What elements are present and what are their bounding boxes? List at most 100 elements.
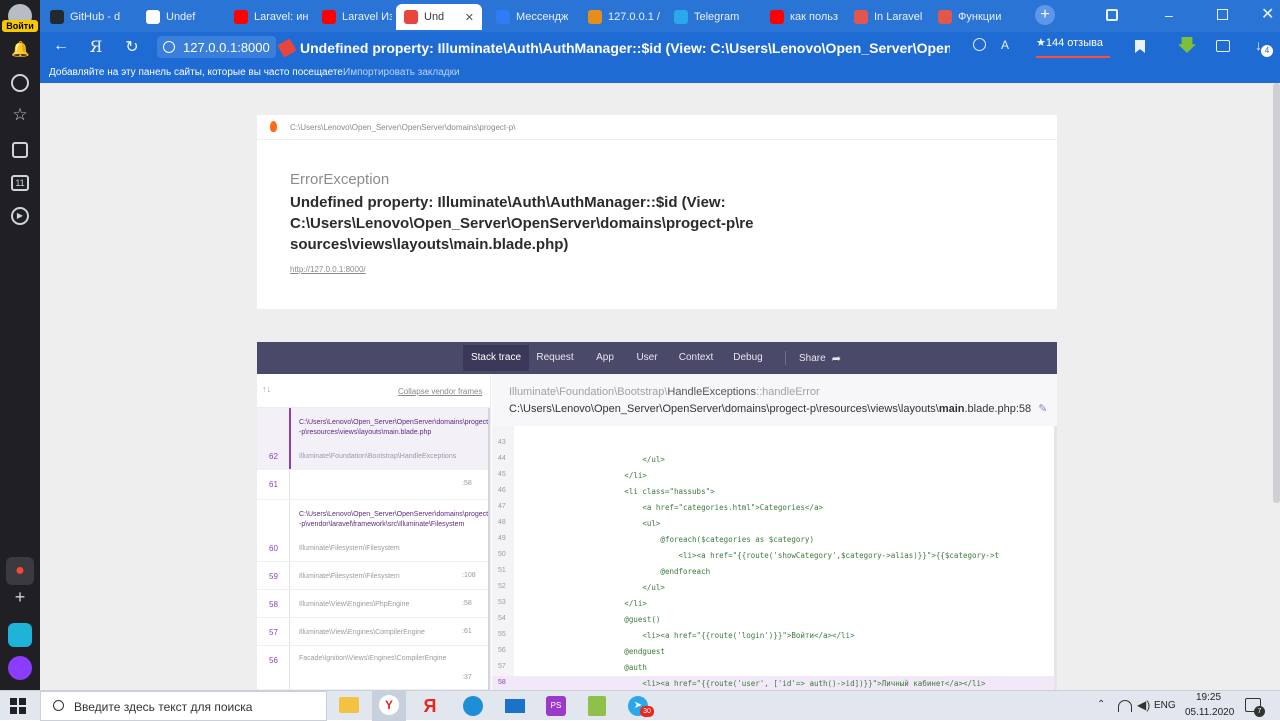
tab-label: In Laravel: [874, 11, 923, 23]
line-number: 43: [498, 439, 506, 446]
stack-frame[interactable]: 59 Illuminate\Filesystem\Filesystem:108: [257, 562, 488, 590]
frame-number: 56: [269, 656, 278, 665]
clock-date[interactable]: 05.11.2020: [1185, 707, 1234, 718]
yandex-taskbar-icon[interactable]: Y: [372, 691, 406, 721]
collections-icon[interactable]: [12, 142, 28, 158]
exception-message: Undefined property: Illuminate\Auth\Auth…: [290, 194, 754, 253]
extension-icon[interactable]: [1178, 37, 1196, 53]
code-line: 47 <a href="categories.html">Categories<…: [492, 500, 1054, 516]
tab-5[interactable]: Мессендж: [488, 4, 576, 30]
code-line: 54 @guest(): [492, 612, 1054, 628]
tab-label: Laravel: ин: [254, 11, 309, 23]
address-title[interactable]: Undefined property: Illuminate\Auth\Auth…: [300, 40, 950, 56]
search-icon[interactable]: [973, 38, 986, 51]
tab-0[interactable]: GitHub - d: [42, 4, 132, 30]
maximize-button[interactable]: [1217, 9, 1228, 20]
frame-rail: [289, 500, 290, 561]
translate-icon[interactable]: A: [1001, 38, 1009, 52]
line-number: 50: [498, 551, 506, 558]
tab-7[interactable]: Telegram: [666, 4, 756, 30]
share-button[interactable]: Share ➦: [799, 352, 841, 365]
nav-tab-2[interactable]: App: [588, 345, 622, 371]
tab-2[interactable]: Laravel: ин: [226, 4, 310, 30]
star-icon[interactable]: ☆: [11, 106, 29, 124]
new-tab-button[interactable]: +: [1035, 5, 1055, 25]
github-icon: [50, 10, 64, 24]
video-icon[interactable]: ▶: [11, 207, 29, 225]
clock-time[interactable]: 19:25: [1196, 692, 1221, 703]
yandex-home-icon[interactable]: Я: [85, 37, 107, 56]
stack-frame[interactable]: 56 Facade\Ignition\Views\Engines\Compiler…: [257, 646, 488, 690]
code-scrollbar[interactable]: [1054, 426, 1057, 690]
history-icon[interactable]: [11, 74, 29, 92]
stack-frame[interactable]: 61:58: [257, 470, 488, 500]
maps-icon[interactable]: ●: [6, 557, 34, 585]
tab-10[interactable]: Функции: [930, 4, 1030, 30]
explorer-icon[interactable]: [339, 697, 359, 713]
error-page: C:\Users\Lenovo\Open_Server\OpenServer\d…: [40, 83, 1280, 690]
code-text: @guest(): [534, 615, 661, 624]
collapse-vendor-frames-button[interactable]: Collapse vendor frames: [398, 387, 482, 396]
stack-frame[interactable]: 58 Illuminate\View\Engines\PhpEngine:58: [257, 590, 488, 618]
youtube-icon: [234, 10, 248, 24]
tab-6[interactable]: 127.0.0.1 /: [580, 4, 660, 30]
tab-4[interactable]: Und ✕: [396, 4, 482, 30]
ignition-logo-icon: [270, 121, 277, 132]
code-line: 51 @endforeach: [492, 564, 1054, 580]
code-text: </ul>: [534, 583, 665, 592]
line-number: 58: [498, 679, 506, 686]
language-indicator[interactable]: ENG: [1154, 700, 1176, 711]
tabs-count-icon[interactable]: 11: [11, 175, 29, 191]
globe-icon: [163, 41, 175, 53]
minimize-button[interactable]: –: [1165, 8, 1179, 22]
stack-frame[interactable]: 57 Illuminate\View\Engines\CompilerEngine…: [257, 618, 488, 646]
alice-icon[interactable]: [8, 656, 32, 680]
close-window-button[interactable]: ✕: [1261, 4, 1274, 24]
close-tab-icon[interactable]: ✕: [465, 11, 474, 24]
reviews-badge[interactable]: ★144 отзыва: [1036, 36, 1110, 58]
taskbar-search[interactable]: Введите здесь текст для поиска: [40, 691, 327, 721]
bookmark-icon[interactable]: [1135, 40, 1145, 53]
back-icon[interactable]: ←: [50, 37, 72, 55]
edit-icon[interactable]: ✎: [1038, 403, 1047, 415]
nav-tab-3[interactable]: User: [631, 345, 663, 371]
tab-9[interactable]: In Laravel: [846, 4, 926, 30]
bell-icon[interactable]: 🔔: [11, 40, 30, 58]
page-scrollbar[interactable]: [1273, 83, 1280, 503]
stack-frame[interactable]: 60 C:\Users\Lenovo\Open_Server\OpenServer…: [257, 500, 488, 562]
sidebar-panel-icon[interactable]: [1216, 40, 1230, 52]
tab-3[interactable]: Laravel Из: [314, 4, 392, 30]
stack-frame[interactable]: 62 C:\Users\Lenovo\Open_Server\OpenServer…: [257, 408, 488, 470]
reload-icon[interactable]: ↻: [121, 37, 143, 57]
tab-8[interactable]: как польз: [762, 4, 842, 30]
frame-number: 62: [269, 452, 278, 461]
start-button[interactable]: [10, 698, 26, 714]
import-bookmarks-link[interactable]: Импортировать закладки: [343, 67, 460, 78]
frames-scrollbar[interactable]: [488, 408, 490, 690]
notepad-icon[interactable]: [588, 696, 606, 716]
network-icon[interactable]: [1118, 700, 1132, 712]
nav-tab-5[interactable]: Debug: [727, 345, 769, 371]
ignition-nav: Stack trace Request App User Context Debug Sh…: [257, 342, 1057, 374]
volume-icon[interactable]: ◀): [1137, 698, 1150, 712]
address-host[interactable]: 127.0.0.1:8000: [157, 36, 276, 58]
downloads-badge: 4: [1261, 45, 1273, 57]
tab-1[interactable]: Undef: [138, 4, 222, 30]
tab-label: Und: [424, 11, 445, 23]
tab-manager-icon[interactable]: [1106, 9, 1118, 21]
nav-tab-0[interactable]: Stack trace: [463, 345, 529, 371]
tray-chevron-icon[interactable]: ⌃: [1097, 699, 1105, 710]
login-button[interactable]: Войти: [2, 20, 38, 32]
mail-icon[interactable]: [505, 699, 525, 713]
nav-tab-4[interactable]: Context: [671, 345, 721, 371]
sort-arrows-icon[interactable]: ↑↓: [262, 384, 271, 394]
tab-label: Мессендж: [516, 11, 569, 23]
messenger-sidebar-icon[interactable]: [8, 623, 32, 647]
add-panel-icon[interactable]: +: [11, 588, 29, 606]
error-url[interactable]: http://127.0.0.1:8000/: [290, 265, 366, 274]
edge-icon[interactable]: [463, 696, 483, 716]
yandex-browser-icon[interactable]: Я: [420, 696, 440, 716]
error-card: C:\Users\Lenovo\Open_Server\OpenServer\d…: [257, 115, 1057, 309]
phpstorm-icon[interactable]: PS: [546, 696, 566, 716]
nav-tab-1[interactable]: Request: [530, 345, 580, 371]
